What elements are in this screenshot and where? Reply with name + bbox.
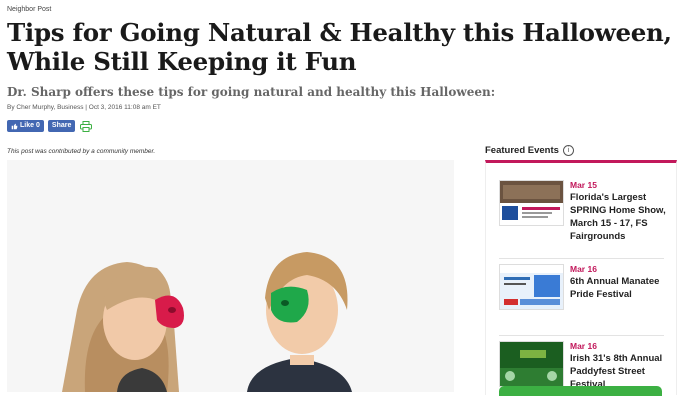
article-subhead: Dr. Sharp offers these tips for going na…	[7, 85, 496, 99]
thumbs-up-icon	[11, 123, 18, 129]
like-label: Like	[20, 122, 35, 129]
event-item[interactable]: Mar 16 6th Annual Manatee Pride Festival	[499, 264, 669, 310]
event-item[interactable]: Mar 16 Irish 31's 8th Annual Paddyfest S…	[499, 341, 669, 391]
event-thumbnail[interactable]	[499, 180, 564, 226]
events-list: Mar 15 Florida's Largest SPRING Home Sho…	[485, 160, 677, 396]
event-date: Mar 15	[570, 180, 597, 190]
like-count: 0	[36, 122, 40, 129]
event-date: Mar 16	[570, 264, 597, 274]
event-thumbnail[interactable]	[499, 341, 564, 387]
featured-events-sidebar: Featured Events i Mar 15 Florida's Large…	[485, 145, 677, 396]
event-date: Mar 16	[570, 341, 597, 351]
event-divider	[499, 335, 664, 336]
event-title[interactable]: Florida's Largest SPRING Home Show, Marc…	[570, 191, 669, 243]
event-divider	[499, 258, 664, 259]
event-thumbnail[interactable]	[499, 264, 564, 310]
facebook-like-button[interactable]: Like 0	[7, 120, 44, 132]
info-icon[interactable]: i	[562, 145, 574, 156]
article-headline: Tips for Going Natural & Healthy this Ha…	[7, 18, 672, 76]
event-title[interactable]: 6th Annual Manatee Pride Festival	[570, 275, 669, 301]
share-row: Like 0 Share	[7, 120, 93, 132]
kicker-label[interactable]: Neighbor Post	[7, 6, 51, 13]
article-byline: By Cher Murphy, Business | Oct 3, 2016 1…	[7, 104, 161, 111]
event-item[interactable]: Mar 15 Florida's Largest SPRING Home Sho…	[499, 180, 669, 243]
more-events-button[interactable]	[499, 386, 662, 396]
printer-icon[interactable]	[79, 120, 93, 132]
facebook-share-button[interactable]: Share	[47, 120, 76, 132]
featured-events-heading: Featured Events i	[485, 145, 677, 156]
contributor-note: This post was contributed by a community…	[7, 148, 156, 155]
featured-events-title: Featured Events	[485, 145, 559, 156]
article-photo	[7, 160, 454, 392]
